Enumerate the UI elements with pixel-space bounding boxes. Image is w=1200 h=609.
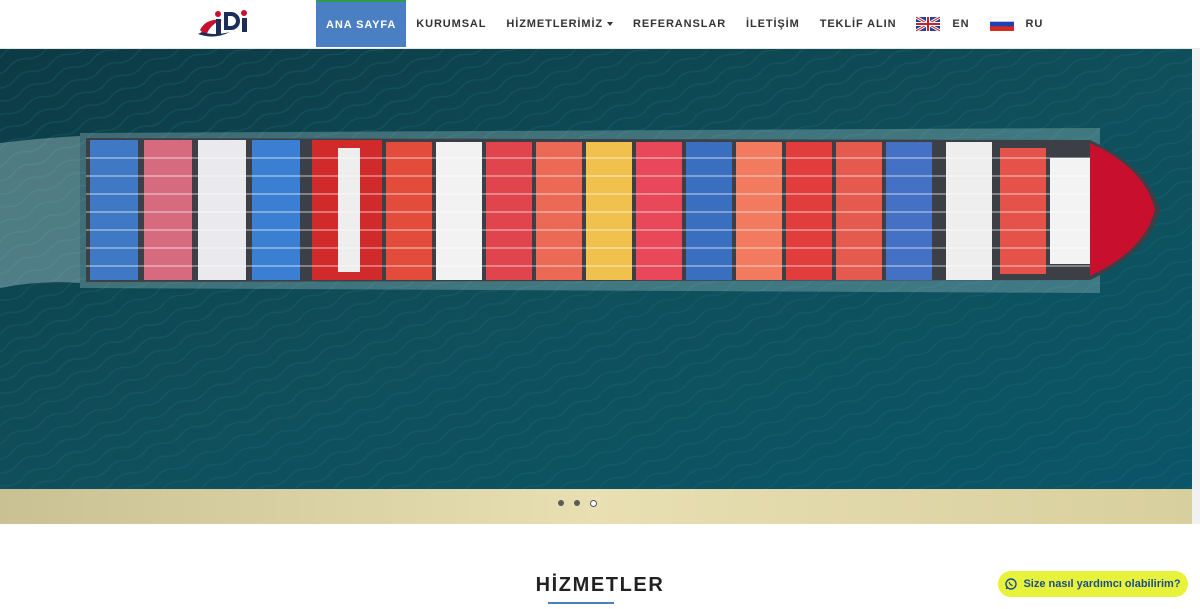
carousel-dot-3[interactable] bbox=[590, 500, 597, 507]
carousel-dot-2[interactable] bbox=[574, 500, 580, 506]
whatsapp-chat-button[interactable]: Size nasıl yardımcı olabilirim? bbox=[998, 571, 1188, 597]
carousel-dot-1[interactable] bbox=[558, 500, 564, 506]
nav-item-kurumsal[interactable]: KURUMSAL bbox=[406, 0, 496, 48]
nav-label: ANA SAYFA bbox=[326, 18, 397, 31]
page-scrollbar[interactable] bbox=[1192, 48, 1200, 524]
nav-item-hizmetlerimiz[interactable]: HİZMETLERİMİZ bbox=[496, 0, 623, 48]
whatsapp-icon bbox=[1005, 578, 1018, 590]
container-ship-illustration bbox=[0, 48, 1192, 489]
brand-logo[interactable] bbox=[196, 6, 252, 40]
main-nav: ANA SAYFA KURUMSAL HİZMETLERİMİZ REFERAN… bbox=[316, 0, 1053, 48]
russia-flag-icon bbox=[989, 17, 1014, 31]
whatsapp-chat-label: Size nasıl yardımcı olabilirim? bbox=[1023, 578, 1181, 590]
nav-item-lang-en[interactable]: EN bbox=[906, 0, 979, 48]
chevron-down-icon bbox=[607, 22, 614, 26]
nav-label: KURUMSAL bbox=[416, 18, 487, 30]
nav-label: EN bbox=[952, 18, 970, 30]
nav-label: TEKLİF ALIN bbox=[819, 18, 897, 30]
nav-label: İLETİŞİM bbox=[746, 18, 800, 30]
nav-item-lang-ru[interactable]: RU bbox=[980, 0, 1054, 48]
nav-label: RU bbox=[1025, 18, 1044, 30]
nav-item-iletisim[interactable]: İLETİŞİM bbox=[736, 0, 810, 48]
carousel-indicators bbox=[558, 500, 597, 507]
uk-flag-icon bbox=[916, 17, 941, 31]
nav-label: HİZMETLERİMİZ bbox=[506, 18, 604, 30]
hero-slide-image bbox=[0, 48, 1192, 489]
nav-label: REFERANSLAR bbox=[633, 18, 727, 30]
nav-item-teklif-alin[interactable]: TEKLİF ALIN bbox=[810, 0, 907, 48]
nav-item-ana-sayfa[interactable]: ANA SAYFA bbox=[316, 0, 407, 47]
top-navbar: ANA SAYFA KURUMSAL HİZMETLERİMİZ REFERAN… bbox=[0, 0, 1200, 49]
nav-item-referanslar[interactable]: REFERANSLAR bbox=[623, 0, 736, 48]
section-title-underline bbox=[548, 602, 614, 604]
